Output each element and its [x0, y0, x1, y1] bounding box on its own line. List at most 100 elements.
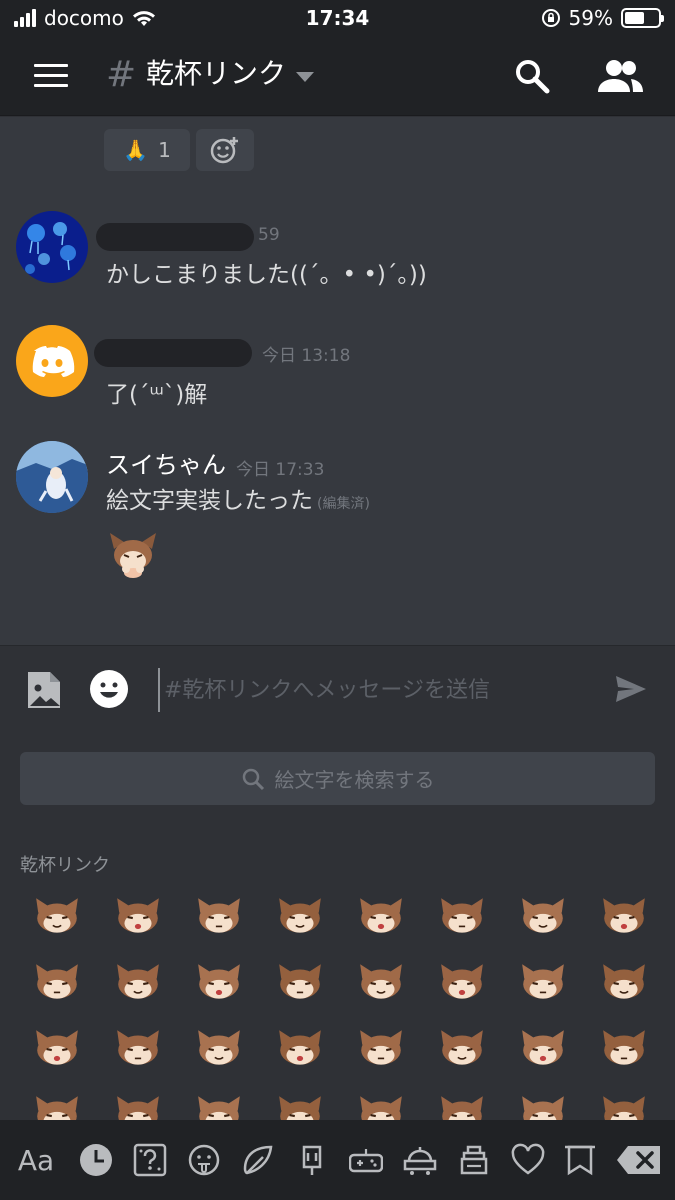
custom-emoji[interactable]: [421, 883, 502, 949]
custom-emoji[interactable]: [340, 1081, 421, 1123]
search-icon: [242, 768, 264, 790]
fox-emoji-icon: [35, 898, 78, 933]
custom-emoji[interactable]: [97, 949, 178, 1015]
heart-icon[interactable]: [508, 1140, 548, 1180]
orientation-lock-icon: [541, 9, 560, 27]
fox-emoji-icon: [521, 964, 564, 999]
flag-icon[interactable]: [560, 1140, 600, 1180]
menu-icon[interactable]: [34, 64, 68, 88]
redacted-username: [96, 223, 254, 251]
objects-icon[interactable]: [454, 1140, 494, 1180]
fox-emoji-icon: [278, 1030, 321, 1065]
search-icon[interactable]: [512, 56, 552, 96]
fox-emoji-icon: [521, 1096, 564, 1123]
add-reaction-icon: [210, 137, 238, 164]
custom-emoji[interactable]: [259, 883, 340, 949]
custom-emoji[interactable]: [97, 1081, 178, 1123]
custom-emoji[interactable]: [421, 949, 502, 1015]
image-attach-icon[interactable]: [26, 670, 62, 710]
custom-emoji[interactable]: [178, 1015, 259, 1081]
message-input[interactable]: [158, 668, 588, 712]
custom-icon[interactable]: [130, 1140, 170, 1180]
custom-emoji[interactable]: [340, 1015, 421, 1081]
fox-emoji-icon: [116, 1030, 159, 1065]
fox-emoji-icon: [359, 1096, 402, 1123]
members-icon[interactable]: [596, 56, 644, 96]
custom-emoji[interactable]: [16, 883, 97, 949]
smiley-icon: [100, 682, 118, 698]
battery-percent: 59%: [568, 6, 613, 30]
custom-emoji[interactable]: [421, 1081, 502, 1123]
nature-icon[interactable]: [238, 1140, 278, 1180]
custom-emoji[interactable]: [16, 1015, 97, 1081]
custom-emoji[interactable]: [421, 1015, 502, 1081]
fox-emoji-icon: [197, 898, 240, 933]
status-bar: docomo 17:34 59%: [0, 0, 675, 36]
battery-level: [625, 12, 644, 24]
custom-emoji[interactable]: [97, 883, 178, 949]
custom-emoji[interactable]: [259, 1081, 340, 1123]
custom-emoji[interactable]: [502, 883, 583, 949]
redacted-username: [94, 339, 252, 367]
fox-emoji-icon: [602, 898, 645, 933]
message-author[interactable]: スイちゃん: [106, 445, 226, 480]
backspace-icon[interactable]: [616, 1140, 662, 1180]
fox-emoji-icon: [278, 964, 321, 999]
fox-emoji-icon: [602, 964, 645, 999]
custom-emoji[interactable]: [583, 883, 664, 949]
custom-emoji[interactable]: [502, 1015, 583, 1081]
message-time: 今日 17:33: [236, 460, 325, 480]
reaction-pray[interactable]: 🙏 1: [104, 129, 190, 171]
avatar[interactable]: [16, 441, 88, 513]
custom-emoji[interactable]: [178, 949, 259, 1015]
fox-emoji-icon: [521, 1030, 564, 1065]
fox-emoji-icon: [440, 898, 483, 933]
custom-emoji[interactable]: [340, 883, 421, 949]
emoji-search-placeholder: 絵文字を検索する: [274, 768, 435, 792]
custom-emoji[interactable]: [583, 949, 664, 1015]
emoji-search-field[interactable]: 絵文字を検索する: [20, 752, 655, 805]
fox-emoji-icon: [440, 1030, 483, 1065]
message: スイちゃん 今日 17:33 絵文字実装したった (編集済): [0, 441, 675, 601]
travel-icon[interactable]: [400, 1140, 440, 1180]
send-icon[interactable]: [614, 672, 648, 706]
channel-header: # 乾杯リンク: [0, 36, 675, 116]
fox-emoji-icon: [359, 1030, 402, 1065]
fox-emoji-icon: [521, 898, 564, 933]
fox-emoji-icon: [35, 1030, 78, 1065]
fox-emoji-icon: [197, 964, 240, 999]
add-reaction-button[interactable]: [196, 129, 254, 171]
custom-emoji[interactable]: [583, 1015, 664, 1081]
custom-emoji[interactable]: [502, 1081, 583, 1123]
message-input-bar: [0, 645, 675, 733]
custom-emoji[interactable]: [16, 1081, 97, 1123]
custom-emoji[interactable]: [259, 1015, 340, 1081]
caret-down-icon[interactable]: [296, 72, 314, 82]
avatar[interactable]: [16, 325, 88, 397]
custom-emoji[interactable]: [583, 1081, 664, 1123]
avatar[interactable]: [16, 211, 88, 283]
message-time: 今日 13:18: [262, 346, 351, 366]
fox-emoji-icon: [602, 1030, 645, 1065]
jellyfish-avatar: [16, 211, 88, 283]
custom-emoji[interactable]: [178, 1081, 259, 1123]
food-icon[interactable]: [292, 1140, 332, 1180]
recent-icon[interactable]: [76, 1140, 116, 1180]
emoji-button[interactable]: [90, 670, 128, 708]
fox-emoji-icon: [359, 964, 402, 999]
custom-emoji[interactable]: [97, 1015, 178, 1081]
message: 今日 13:18 了(´ᵚ`)解: [0, 325, 675, 408]
custom-emoji-sticker[interactable]: [106, 529, 160, 579]
custom-emoji[interactable]: [16, 949, 97, 1015]
message-text: 了(´ᵚ`)解: [106, 382, 208, 408]
fox-emoji-icon: [602, 1096, 645, 1123]
activity-icon[interactable]: [346, 1140, 386, 1180]
tab-text[interactable]: Aa: [16, 1140, 56, 1180]
custom-emoji[interactable]: [502, 949, 583, 1015]
people-icon[interactable]: [184, 1140, 224, 1180]
reaction-count: 1: [158, 138, 171, 162]
custom-emoji[interactable]: [178, 883, 259, 949]
custom-emoji[interactable]: [340, 949, 421, 1015]
channel-name[interactable]: 乾杯リンク: [146, 52, 286, 92]
custom-emoji[interactable]: [259, 949, 340, 1015]
